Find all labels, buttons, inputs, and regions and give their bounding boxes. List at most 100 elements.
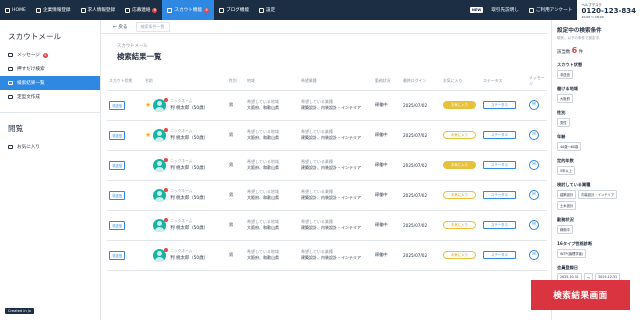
candidate-name[interactable]: 判 桃太郎（50歳） <box>170 225 208 231</box>
area-value: 大阪府、和歌山県 <box>247 135 279 140</box>
recruit-sheet-link[interactable]: 取引先説明し <box>486 0 524 20</box>
status-cell: ステータス <box>481 150 527 181</box>
nav-item-icon <box>125 7 131 13</box>
page-title: 検索結果一覧 <box>117 52 162 61</box>
candidate-name[interactable]: 判 桃太郎（50歳） <box>170 195 208 201</box>
condition-section: 検討している業種 建築設計 内装設計・インテリア 土木設計 <box>557 182 635 210</box>
name-block: ニックネーム判 桃太郎（50歳） <box>170 189 208 201</box>
area-value: 大阪府、和歌山県 <box>247 105 279 110</box>
candidate-name[interactable]: 判 桃太郎（50歳） <box>170 135 208 141</box>
favorite-button[interactable]: お気に入り <box>443 251 476 259</box>
notification-dot <box>164 187 169 192</box>
favorite-button[interactable]: お気に入り <box>443 131 476 139</box>
mail-icon[interactable]: ✉ <box>529 220 539 230</box>
status-button[interactable]: ステータス <box>483 191 516 199</box>
result-count: 該当数 6 件 <box>557 46 583 55</box>
favorite-cell: お気に入り <box>441 150 481 181</box>
mail-icon[interactable]: ✉ <box>529 190 539 200</box>
condition-label: 年齢 <box>557 134 566 139</box>
nav-item-6[interactable]: 設定 <box>254 0 280 20</box>
condition-section: 性別 男性 <box>557 110 635 127</box>
sidebar-divider <box>0 112 100 113</box>
favorite-button[interactable]: お気に入り <box>443 101 476 109</box>
status-cell: ステータス <box>481 210 527 241</box>
industry-cell: 希望している業種 建築設計、内装設計・インテリア <box>299 210 373 241</box>
area-cell: 希望している地域 大阪府、和歌山県 <box>245 180 299 211</box>
table-row[interactable]: 非送信★ニックネーム判 桃太郎（50歳）男希望している地域大阪府、和歌山県希望し… <box>107 180 547 211</box>
table-row[interactable]: 非送信★ニックネーム判 桃太郎（50歳）男希望している地域大阪府、和歌山県希望し… <box>107 210 547 241</box>
candidate-name[interactable]: 判 桃太郎（50歳） <box>170 105 208 111</box>
condition-section: 勤務状況 稼働中 <box>557 217 635 234</box>
gender-cell: 男 <box>227 180 245 211</box>
status-button[interactable]: ステータス <box>483 161 516 169</box>
nav-item-icon <box>167 7 173 13</box>
mail-icon[interactable]: ✉ <box>529 130 539 140</box>
nav-item-0[interactable]: HOME <box>0 0 31 20</box>
message-cell: ✉ <box>527 90 547 121</box>
condition-tag: 土木設計 <box>557 201 577 210</box>
favorite-cell: お気に入り <box>441 180 481 211</box>
column-header: 最終ログイン <box>401 72 441 91</box>
work-status-cell: 稼働中 <box>373 150 401 181</box>
nav-item-3[interactable]: 応募連絡 8 <box>120 0 162 20</box>
sidebar-item-2[interactable]: 検索結果一覧 <box>0 76 100 90</box>
work-status-cell: 稼働中 <box>373 120 401 151</box>
favorite-button[interactable]: お気に入り <box>443 161 476 169</box>
last-login-cell: 2025/07/02 <box>401 120 441 151</box>
sidebar-favorites-item[interactable]: お気に入り <box>0 140 100 154</box>
name-block: ニックネーム判 桃太郎（50歳） <box>170 249 208 261</box>
sidebar-item-0[interactable]: メッセージ 4 <box>0 48 100 62</box>
gender-cell: 男 <box>227 240 245 271</box>
nav-item-label: 設定 <box>266 8 276 13</box>
nickname: ニックネーム <box>170 189 193 193</box>
column-header: 希望業種 <box>299 72 373 91</box>
favorite-button[interactable]: お気に入り <box>443 191 476 199</box>
nav-item-icon <box>5 7 10 13</box>
created-in-tag: Created in Jx <box>5 308 34 314</box>
sidebar-item-icon <box>8 81 13 85</box>
sidebar-item-1[interactable]: 押すだけ検索 <box>0 62 100 76</box>
nav-item-4[interactable]: スカウト機能 8 <box>162 0 215 20</box>
gender-cell: 男 <box>227 90 245 121</box>
back-button[interactable]: ← 戻る <box>113 24 128 30</box>
main-content: ← 戻る 検索条件一覧 スカウトメール 検索結果一覧 スカウト状態 名前 性別 地域希… <box>101 20 547 320</box>
scout-status-cell: 非送信 <box>107 150 143 181</box>
area-cell: 希望している地域 大阪府、和歌山県 <box>245 210 299 241</box>
mail-icon[interactable]: ✉ <box>529 160 539 170</box>
favorite-button[interactable]: お気に入り <box>443 221 476 229</box>
column-header: 勤務状況 <box>373 72 401 91</box>
table-row[interactable]: 非送信★ニックネーム判 桃太郎（50歳）男希望している地域大阪府、和歌山県希望し… <box>107 90 547 121</box>
survey-link[interactable]: ご利用アンケート <box>524 0 578 20</box>
panel-title: 設定中の検索条件 <box>557 28 602 34</box>
search-conditions-crumb[interactable]: 検索条件一覧 <box>135 21 170 32</box>
table-row[interactable]: 非送信★ニックネーム判 桃太郎（50歳）男希望している地域大阪府、和歌山県希望し… <box>107 120 547 151</box>
mail-icon[interactable]: ✉ <box>529 250 539 260</box>
nav-item-5[interactable]: ブログ機能 <box>214 0 254 20</box>
sidebar-item-3[interactable]: 定型文作成 <box>0 90 100 104</box>
candidate-name[interactable]: 判 桃太郎（50歳） <box>170 165 208 171</box>
favorite-cell: お気に入り <box>441 240 481 271</box>
bookmark-icon <box>8 145 13 149</box>
condition-label: 性別 <box>557 110 566 115</box>
favorite-star-icon: ★ <box>145 100 152 109</box>
nav-item-2[interactable]: 求人情報登録 <box>76 0 121 20</box>
status-button[interactable]: ステータス <box>483 101 516 109</box>
area-cell: 希望している地域 大阪府、和歌山県 <box>245 240 299 271</box>
mail-icon[interactable]: ✉ <box>529 100 539 110</box>
table-row[interactable]: 非送信★ニックネーム判 桃太郎（50歳）男希望している地域大阪府、和歌山県希望し… <box>107 240 547 271</box>
industry-value: 建築設計、内装設計・インテリア <box>301 195 361 200</box>
scout-status-tag: 非送信 <box>109 220 126 230</box>
candidate-name[interactable]: 判 桃太郎（50歳） <box>170 255 208 261</box>
column-header: メッセージ <box>527 72 547 91</box>
table-row[interactable]: 非送信★ニックネーム判 桃太郎（50歳）男希望している地域大阪府、和歌山県希望し… <box>107 150 547 181</box>
candidate: ★ニックネーム判 桃太郎（50歳） <box>145 157 227 172</box>
name-block: ニックネーム判 桃太郎（50歳） <box>170 159 208 171</box>
status-button[interactable]: ステータス <box>483 131 516 139</box>
status-button[interactable]: ステータス <box>483 251 516 259</box>
nav-item-label: スカウト機能 <box>174 8 203 13</box>
nav-item-1[interactable]: 企業情報登録 <box>31 0 76 20</box>
status-button[interactable]: ステータス <box>483 221 516 229</box>
last-login-cell: 2025/07/02 <box>401 240 441 271</box>
condition-tag: 非送信 <box>557 70 573 79</box>
scout-status-cell: 非送信 <box>107 180 143 211</box>
